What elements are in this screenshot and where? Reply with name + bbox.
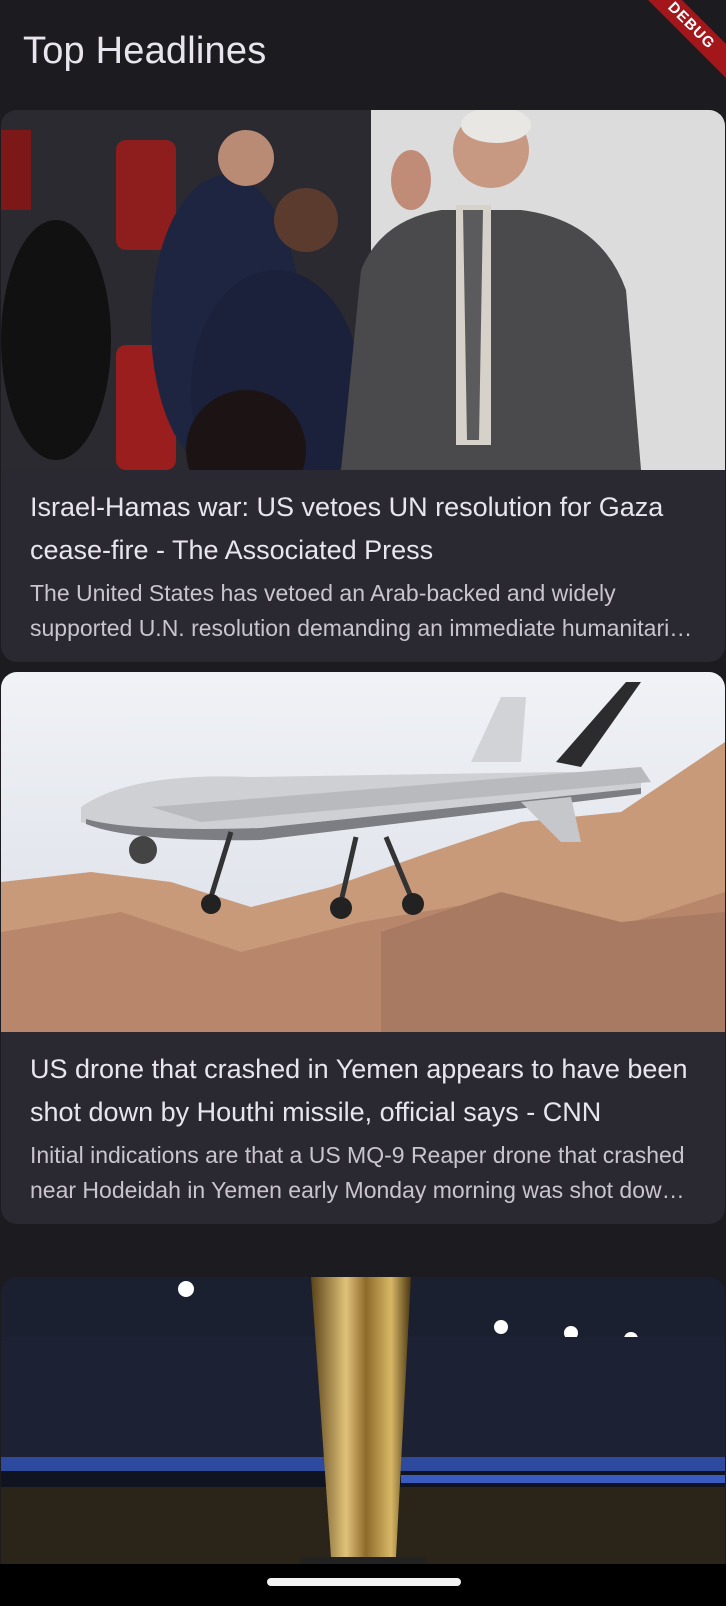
news-card-body: US drone that crashed in Yemen appears t…: [1, 1032, 725, 1224]
news-card[interactable]: Israel-Hamas war: US vetoes UN resolutio…: [1, 110, 725, 662]
news-card-image: [1, 672, 725, 1032]
news-card-description: Initial indications are that a US MQ-9 R…: [30, 1142, 685, 1203]
page-title: Top Headlines: [23, 30, 267, 72]
app-bar: Top Headlines DEBUG: [0, 0, 726, 106]
news-card-image: [1, 110, 725, 470]
debug-banner: DEBUG: [626, 0, 726, 100]
debug-banner-label: DEBUG: [629, 0, 726, 88]
news-card-title: Israel-Hamas war: US vetoes UN resolutio…: [30, 492, 664, 565]
news-card[interactable]: [1, 1277, 725, 1606]
app-root: Top Headlines DEBUG Israel-Hamas war: US…: [0, 0, 726, 1606]
news-card-image: [1, 1277, 725, 1606]
article-photo-reaper-drone: [1, 672, 725, 1032]
news-card-description: The United States has vetoed an Arab-bac…: [30, 580, 695, 641]
news-card[interactable]: US drone that crashed in Yemen appears t…: [1, 672, 725, 1224]
news-card-title: US drone that crashed in Yemen appears t…: [30, 1054, 688, 1127]
home-gesture-handle[interactable]: [267, 1578, 461, 1586]
system-navigation-bar: [0, 1564, 726, 1606]
news-card-body: Israel-Hamas war: US vetoes UN resolutio…: [1, 470, 725, 662]
article-photo-stadium-trophy: [1, 1277, 725, 1606]
article-photo-un-chamber: [1, 110, 725, 470]
